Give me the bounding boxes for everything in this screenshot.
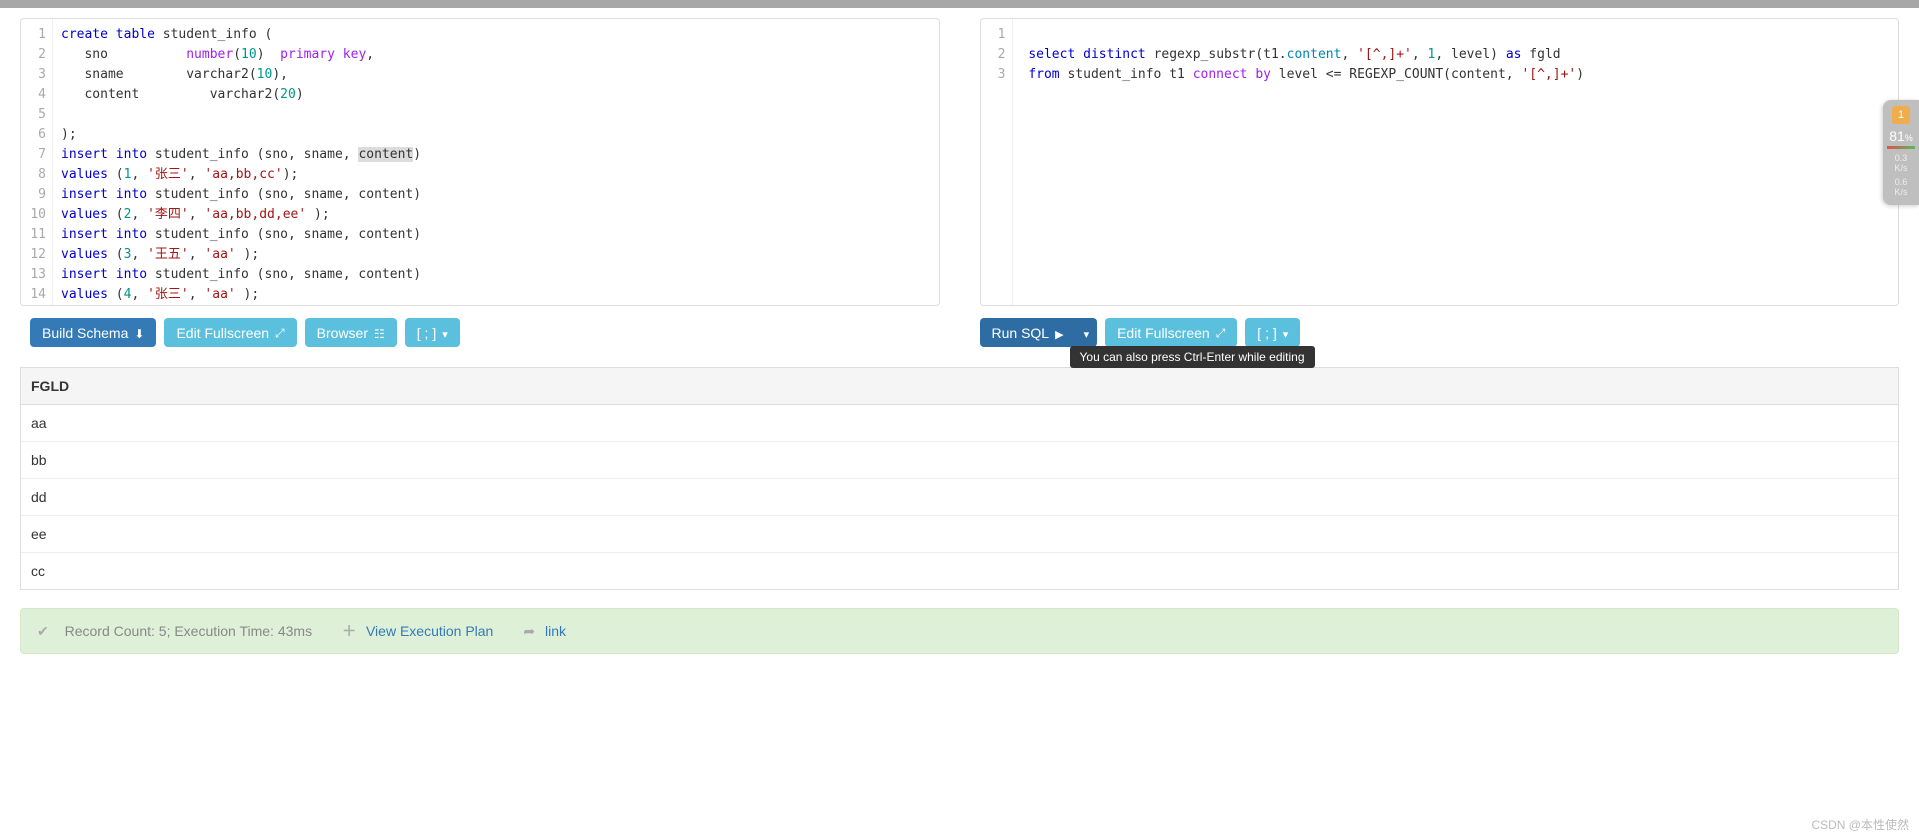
build-schema-button[interactable]: Build Schema — [30, 318, 156, 347]
edit-fullscreen-left-label: Edit Fullscreen — [176, 325, 269, 341]
delimiter-left-button[interactable]: [ ; ] — [405, 318, 460, 347]
status-record-text: Record Count: 5; Execution Time: 43ms — [37, 623, 312, 640]
status-bar: Record Count: 5; Execution Time: 43ms Vi… — [20, 608, 1899, 654]
share-link[interactable]: link — [523, 623, 566, 640]
delimiter-right-label: [ ; ] — [1257, 325, 1276, 341]
side-badge[interactable]: 1 — [1892, 106, 1910, 124]
expand-icon — [1216, 324, 1226, 341]
side-percent: 81% — [1883, 128, 1919, 144]
edit-fullscreen-right-label: Edit Fullscreen — [1117, 325, 1210, 341]
browser-label: Browser — [317, 325, 368, 341]
run-sql-dropdown[interactable] — [1076, 318, 1098, 347]
run-sql-tooltip: You can also press Ctrl-Enter while edit… — [1070, 346, 1315, 368]
play-icon — [1055, 325, 1063, 341]
run-sql-button[interactable]: Run SQL — [980, 318, 1076, 347]
check-icon — [37, 623, 61, 639]
caret-down-icon — [1084, 325, 1090, 341]
share-icon — [523, 623, 541, 639]
results-row: bb — [21, 442, 1898, 479]
side-metric-2: 0.6K/s — [1883, 177, 1919, 197]
results-header: FGLD — [21, 368, 1898, 405]
results-table: FGLD aabbddeecc — [20, 367, 1899, 590]
build-schema-label: Build Schema — [42, 325, 128, 341]
download-icon — [134, 325, 144, 341]
edit-fullscreen-left-button[interactable]: Edit Fullscreen — [164, 318, 296, 347]
results-row: aa — [21, 405, 1898, 442]
watermark: CSDN @本性使然 — [1811, 816, 1909, 833]
query-code[interactable]: select distinct regexp_substr(t1.content… — [1013, 19, 1899, 305]
results-row: ee — [21, 516, 1898, 553]
edit-fullscreen-right-button[interactable]: Edit Fullscreen — [1105, 318, 1237, 347]
delimiter-right-button[interactable]: [ ; ] — [1245, 318, 1300, 347]
schema-code[interactable]: create table student_info ( sno number(1… — [53, 19, 939, 305]
tree-icon — [374, 325, 385, 341]
query-editor[interactable]: 123 select distinct regexp_substr(t1.con… — [980, 18, 1900, 306]
run-sql-label: Run SQL — [992, 325, 1050, 341]
view-execution-plan-link[interactable]: View Execution Plan — [342, 621, 493, 641]
schema-editor[interactable]: 1234567891011121314 create table student… — [20, 18, 940, 306]
delimiter-left-label: [ ; ] — [417, 325, 436, 341]
side-widget[interactable]: 1 81% 0.3K/s 0.6K/s — [1883, 100, 1919, 205]
expand-icon — [275, 324, 285, 341]
gutter-left: 1234567891011121314 — [21, 19, 53, 305]
gutter-right: 123 — [981, 19, 1013, 305]
browser-button[interactable]: Browser — [305, 318, 397, 347]
plus-icon — [342, 623, 362, 639]
top-bar — [0, 0, 1919, 8]
side-bar-graph — [1887, 146, 1915, 149]
caret-down-icon — [1283, 325, 1289, 341]
side-metric-1: 0.3K/s — [1883, 153, 1919, 173]
caret-down-icon — [442, 325, 448, 341]
results-row: cc — [21, 553, 1898, 589]
results-row: dd — [21, 479, 1898, 516]
